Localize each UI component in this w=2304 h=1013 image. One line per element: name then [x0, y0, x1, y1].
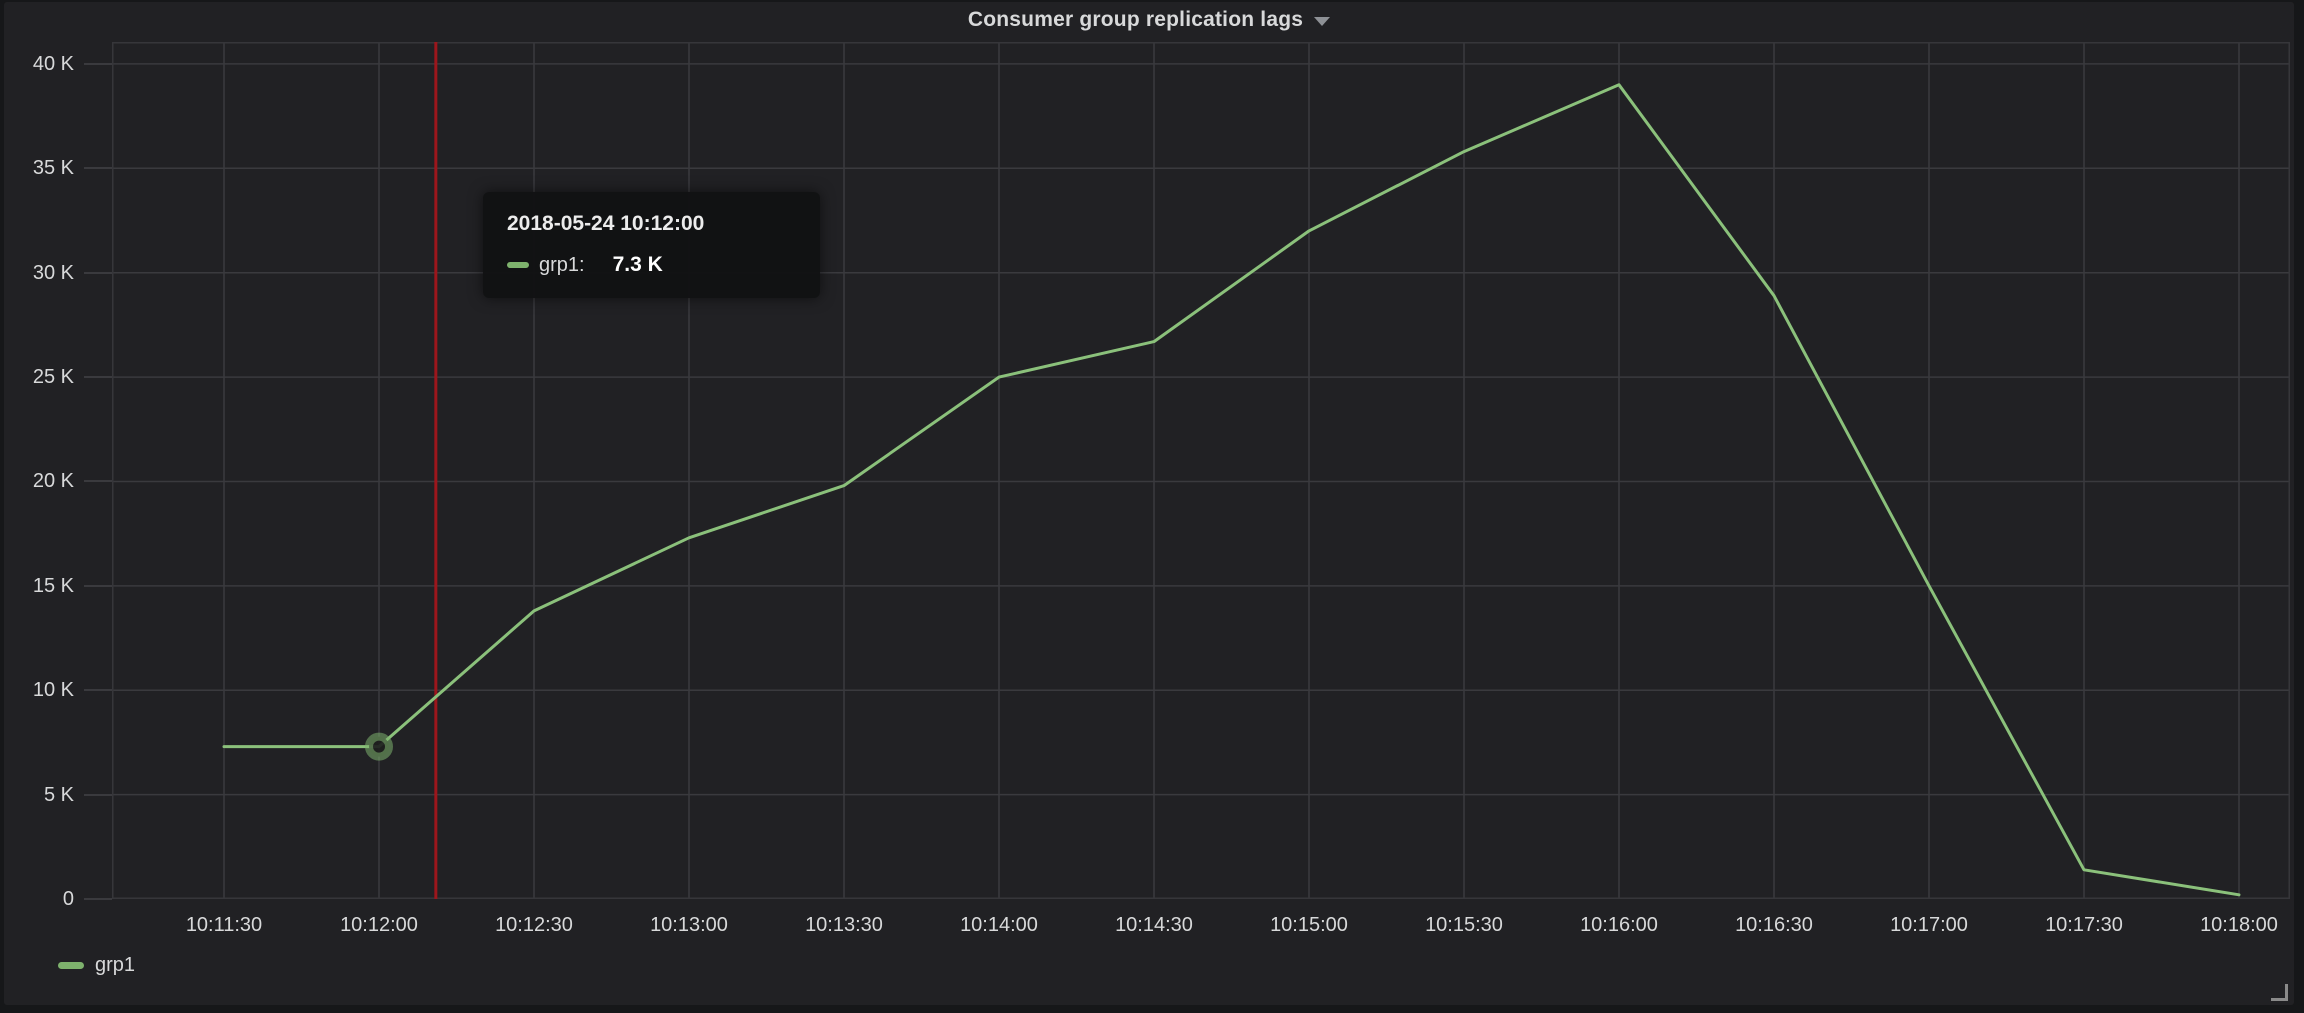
chevron-down-icon	[1314, 17, 1330, 26]
y-tick-mark	[84, 272, 112, 274]
plot-border	[113, 43, 2290, 899]
panel-title[interactable]: Consumer group replication lags	[958, 6, 1340, 34]
y-tick-label: 30 K	[0, 260, 74, 286]
y-tick-label: 5 K	[0, 782, 74, 808]
legend-color-dash-icon	[58, 962, 84, 969]
x-tick-label: 10:18:00	[2159, 912, 2304, 938]
y-tick-mark	[84, 585, 112, 587]
y-tick-label: 0	[0, 886, 74, 912]
y-tick-label: 25 K	[0, 364, 74, 390]
x-tick-label: 10:12:00	[299, 912, 459, 938]
y-tick-label: 10 K	[0, 677, 74, 703]
x-tick-label: 10:16:00	[1539, 912, 1699, 938]
panel-header: Consumer group replication lags	[4, 2, 2294, 38]
y-tick-label: 40 K	[0, 51, 74, 77]
panel-title-text: Consumer group replication lags	[968, 8, 1303, 32]
tooltip-series-row: grp1: 7.3 K	[507, 253, 794, 277]
x-tick-label: 10:16:30	[1694, 912, 1854, 938]
x-tick-label: 10:13:30	[764, 912, 924, 938]
y-tick-mark	[84, 689, 112, 691]
series-color-dash-icon	[507, 262, 529, 268]
highlight-point	[369, 737, 389, 757]
chart-tooltip: 2018-05-24 10:12:00 grp1: 7.3 K	[483, 192, 820, 298]
legend-item-grp1[interactable]: grp1	[58, 954, 135, 977]
y-tick-label: 20 K	[0, 468, 74, 494]
y-tick-label: 15 K	[0, 573, 74, 599]
y-tick-label: 35 K	[0, 155, 74, 181]
panel-resize-handle-icon[interactable]	[2271, 984, 2288, 1001]
x-tick-label: 10:13:00	[609, 912, 769, 938]
tooltip-series-value: 7.3 K	[613, 253, 663, 277]
y-tick-mark	[84, 480, 112, 482]
time-series-chart: 0 5 K 10 K 15 K 20 K 25 K 30 K 35 K 40 K 10:11:30…	[0, 0, 2304, 1013]
tooltip-timestamp: 2018-05-24 10:12:00	[507, 212, 794, 236]
y-tick-mark	[84, 898, 112, 900]
x-tick-label: 10:17:30	[2004, 912, 2164, 938]
y-tick-mark	[84, 167, 112, 169]
y-tick-mark	[84, 376, 112, 378]
y-tick-mark	[84, 63, 112, 65]
legend-label: grp1	[95, 954, 135, 977]
x-tick-label: 10:12:30	[454, 912, 614, 938]
plot-area[interactable]	[112, 42, 2290, 899]
tooltip-series-label: grp1:	[539, 254, 585, 277]
y-tick-mark	[84, 794, 112, 796]
x-tick-label: 10:11:30	[144, 912, 304, 938]
x-tick-label: 10:14:00	[919, 912, 1079, 938]
x-tick-label: 10:14:30	[1074, 912, 1234, 938]
x-tick-label: 10:15:30	[1384, 912, 1544, 938]
x-tick-label: 10:17:00	[1849, 912, 2009, 938]
x-tick-label: 10:15:00	[1229, 912, 1389, 938]
